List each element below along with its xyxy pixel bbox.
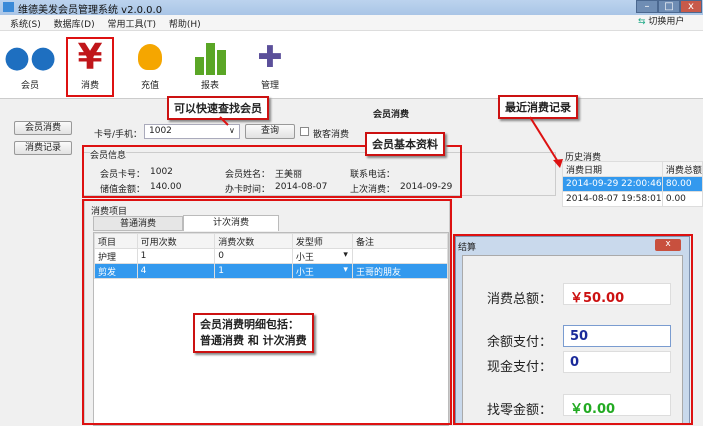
callout-member: 会员基本资料 (365, 132, 445, 156)
highlight-box (453, 234, 693, 425)
member-consume-button[interactable]: 会员消费 (14, 121, 72, 135)
window-title: 维德美发会员管理系统 v2.0.0.0 (18, 5, 163, 16)
page-title: 会员消费 (373, 110, 410, 120)
puzzle-icon: ✚ (257, 39, 283, 75)
bar-chart-icon (192, 39, 228, 75)
callout-history: 最近消费记录 (498, 95, 578, 119)
cell: 0.00 (661, 191, 703, 207)
switch-icon: ⇆ (638, 17, 646, 27)
query-button[interactable]: 查询 (245, 124, 295, 139)
maximize-button[interactable]: □ (658, 0, 680, 13)
card-label: 卡号/手机： (94, 130, 143, 140)
minimize-button[interactable]: – (636, 0, 658, 13)
app-icon (3, 2, 14, 12)
highlight-box (82, 199, 452, 425)
walkin-checkbox[interactable] (300, 127, 309, 136)
lightbulb-icon (132, 39, 168, 75)
consume-records-button[interactable]: 消费记录 (14, 141, 72, 155)
callout-search: 可以快速查找会员 (167, 96, 269, 120)
toolbar-reports[interactable]: 报表 (188, 39, 232, 91)
callout-line: 会员消费明细包括： (200, 318, 299, 331)
title-bar: 维德美发会员管理系统 v2.0.0.0 – □ x (0, 0, 703, 16)
menu-help[interactable]: 帮助(H) (169, 17, 201, 30)
col-header[interactable]: 消费总额 (661, 161, 703, 177)
menu-database[interactable]: 数据库(D) (54, 17, 95, 30)
toolbar: ●● 会员 ¥ 消费 充值 报表 ✚ 管理 (0, 31, 703, 99)
highlight-box (66, 37, 114, 97)
switch-user-label: 切换用户 (648, 17, 685, 27)
chevron-down-icon[interactable]: ∨ (229, 126, 235, 135)
callout-line: 普通消费 和 计次消费 (200, 334, 307, 347)
toolbar-label: 报表 (200, 81, 219, 91)
switch-user-button[interactable]: ⇆ 切换用户 (636, 17, 687, 28)
table-row[interactable]: 2014-09-29 22:00:46 80.00 (562, 176, 703, 192)
toolbar-label: 管理 (260, 81, 279, 91)
toolbar-label: 会员 (20, 81, 39, 91)
col-header[interactable]: 消费日期 (562, 161, 663, 177)
card-input[interactable]: 1002 (144, 124, 240, 139)
cell: 80.00 (661, 176, 703, 192)
menu-bar: 系统(S) 数据库(D) 常用工具(T) 帮助(H) (0, 15, 703, 31)
walkin-label: 散客消费 (313, 130, 350, 140)
toolbar-recharge[interactable]: 充值 (128, 39, 172, 91)
close-button[interactable]: x (680, 0, 702, 13)
menu-tools[interactable]: 常用工具(T) (107, 17, 156, 30)
toolbar-label: 充值 (140, 81, 159, 91)
history-table-panel: 消费日期 消费总额 2014-09-29 22:00:46 80.00 2014-0… (562, 161, 703, 207)
callout-items: 会员消费明细包括： 普通消费 和 计次消费 (193, 313, 314, 353)
toolbar-members[interactable]: ●● 会员 (3, 39, 57, 92)
toolbar-manage[interactable]: ✚ 管理 (248, 39, 292, 92)
history-table: 消费日期 消费总额 2014-09-29 22:00:46 80.00 2014-0… (562, 161, 703, 207)
menu-system[interactable]: 系统(S) (10, 17, 41, 30)
cell: 2014-09-29 22:00:46 (562, 176, 663, 192)
members-icon: ●● (3, 39, 57, 75)
cell: 2014-08-07 19:58:01 (562, 191, 663, 207)
table-row[interactable]: 2014-08-07 19:58:01 0.00 (562, 191, 703, 207)
